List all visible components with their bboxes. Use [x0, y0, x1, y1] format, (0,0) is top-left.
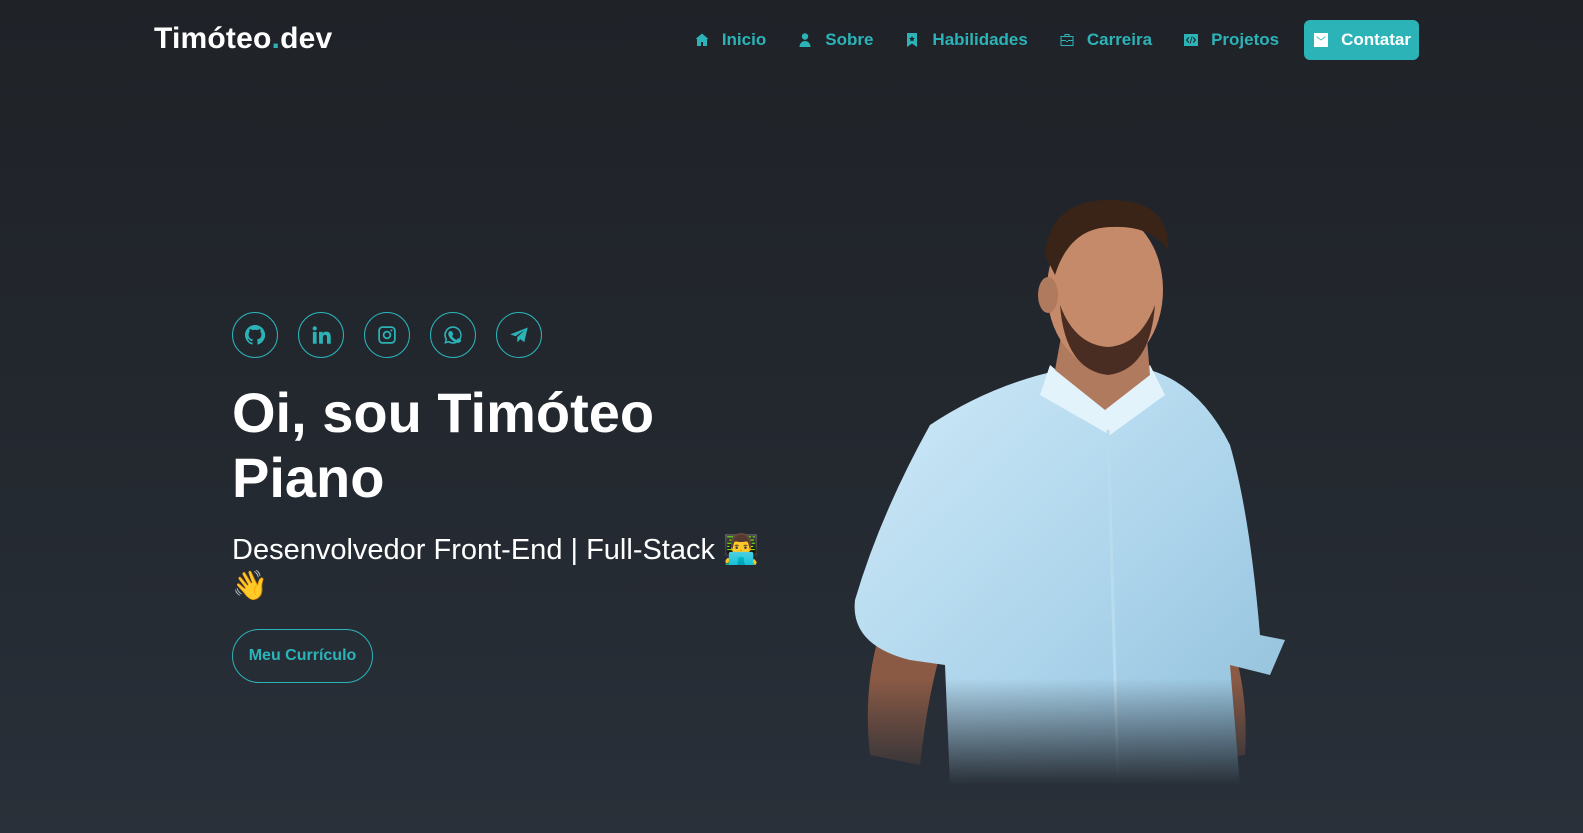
whatsapp-icon	[444, 326, 462, 344]
social-links	[232, 312, 542, 358]
logo-suffix: dev	[280, 22, 333, 55]
instagram-icon	[378, 326, 396, 344]
main-nav: Inicio Sobre Habilidades Carreira Projet…	[663, 20, 1419, 60]
nav-label: Inicio	[721, 30, 767, 49]
nav-item-inicio[interactable]: Inicio	[694, 30, 766, 50]
resume-button[interactable]: Meu Currículo	[232, 629, 373, 683]
linkedin-icon	[312, 326, 331, 344]
nav-item-sobre[interactable]: Sobre	[797, 30, 873, 50]
user-icon	[799, 33, 811, 47]
site-logo[interactable]: Timóteo.dev	[154, 22, 332, 56]
hero-subtitle: Desenvolvedor Front-End | Full-Stack 👨‍💻…	[232, 534, 760, 602]
whatsapp-link[interactable]	[430, 312, 476, 358]
hero-title: Oi, sou Timóteo Piano	[232, 381, 655, 509]
code-icon	[1184, 34, 1199, 46]
logo-dot: .	[271, 22, 281, 55]
nav-label: Carreira	[1086, 30, 1153, 49]
contact-label: Contatar	[1341, 30, 1411, 49]
nav-label: Projetos	[1211, 30, 1280, 49]
nav-item-habilidades[interactable]: Habilidades	[904, 30, 1028, 50]
nav-label: Sobre	[825, 30, 874, 49]
nav-item-projetos[interactable]: Projetos	[1183, 30, 1279, 50]
github-link[interactable]	[232, 312, 278, 358]
logo-name: Timóteo	[154, 22, 272, 55]
briefcase-icon	[1060, 34, 1074, 46]
site-header: Timóteo.dev Inicio Sobre Habilidades Car…	[0, 0, 1583, 80]
telegram-icon	[510, 327, 528, 343]
nav-item-carreira[interactable]: Carreira	[1059, 30, 1152, 50]
mail-icon	[1314, 33, 1329, 47]
nav-label: Habilidades	[932, 30, 1028, 49]
home-icon	[695, 33, 709, 46]
profile-photo	[854, 200, 1285, 785]
linkedin-link[interactable]	[298, 312, 344, 358]
bookmark-icon	[907, 33, 918, 47]
contact-button[interactable]: Contatar	[1304, 20, 1419, 60]
instagram-link[interactable]	[364, 312, 410, 358]
github-icon	[245, 325, 265, 345]
telegram-link[interactable]	[496, 312, 542, 358]
